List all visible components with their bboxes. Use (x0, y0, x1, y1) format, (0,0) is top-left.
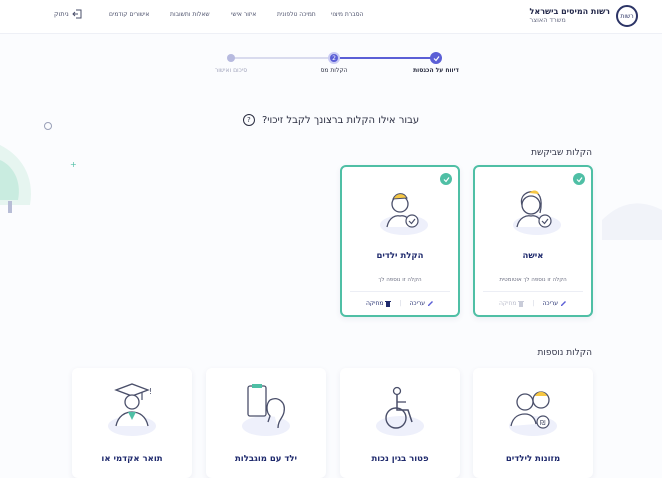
card-subtitle: הקלה זו נוספה לך אוטומטית (499, 277, 567, 283)
card-divider (350, 291, 450, 292)
nav-item-explanation[interactable]: הסברת מיצוי (331, 11, 363, 18)
card-title: אישה (522, 251, 544, 261)
edit-button[interactable]: עריכה (542, 300, 567, 307)
action-separator: | (399, 300, 402, 307)
trash-icon (385, 301, 392, 307)
svg-text:₪: ₪ (540, 419, 546, 427)
card-title: הקלת ילדים (376, 251, 424, 261)
tax-authority-logo: רשות (616, 5, 638, 27)
progress-stepper: 2 דיווח על הכנסות הקלות מס סיכום ואישור (0, 52, 662, 82)
logo-text: רשות (620, 12, 634, 20)
pencil-icon (561, 301, 567, 306)
logout-icon (72, 9, 82, 19)
card-subtitle: הקלה זו נוספה לך (378, 277, 422, 283)
wheelchair-icon (376, 386, 424, 436)
child-disability-icon (242, 384, 290, 436)
nav-item-phone-support[interactable]: תמיכה טלפונית (277, 11, 316, 18)
brand[interactable]: רשות רשות המיסים בישראל משרד האוצר (530, 5, 638, 27)
action-separator: | (532, 300, 535, 307)
card-title: פטור בגין נכות (371, 454, 429, 464)
nav-item-faq[interactable]: שאלות ותשובות (170, 11, 210, 18)
graduate-icon: ! (108, 383, 156, 436)
check-icon (433, 55, 439, 61)
edit-label: עריכה (409, 300, 426, 307)
edit-button[interactable]: עריכה (409, 300, 434, 307)
additional-section-title: הקלות נוספות (537, 348, 593, 358)
nav-item-previous-approvals[interactable]: אישורים קודמים (109, 11, 149, 18)
relief-card-children[interactable]: הקלת ילדים הקלה זו נוספה לך עריכה | מחיק… (340, 165, 460, 317)
nav-item-personal-area[interactable]: איזור אישי (231, 11, 256, 18)
brand-subtitle: משרד האוצר (529, 15, 566, 24)
relief-card-alimony[interactable]: ₪ מזונות לילדים (473, 368, 593, 478)
delete-button: מחיקה (499, 300, 525, 307)
help-icon[interactable]: ? (242, 114, 255, 126)
relief-card-child-disability[interactable]: ילד עם מוגבלות (206, 368, 326, 478)
step-2-current-dot: 2 (328, 52, 340, 64)
question-text: עבור אילו הקלות ברצונך לקבל זיכוי? (261, 115, 420, 126)
step-line-upcoming (232, 57, 334, 59)
delete-label: מחיקה (498, 300, 517, 307)
selected-check-icon (440, 173, 452, 185)
logout-label: ניתוק (54, 10, 69, 18)
delete-button[interactable]: מחיקה (366, 300, 392, 307)
edit-label: עריכה (542, 300, 559, 307)
step-1-done-dot (430, 52, 442, 64)
alimony-icon: ₪ (509, 391, 557, 436)
trash-icon (518, 301, 525, 307)
top-bar: רשות רשות המיסים בישראל משרד האוצר הסברת… (0, 0, 662, 34)
relief-card-disability-exemption[interactable]: פטור בגין נכות (340, 368, 460, 478)
card-divider (483, 291, 583, 292)
step-2-label: הקלות מס (320, 67, 348, 74)
step-1-label: דיווח על הכנסות (413, 67, 459, 74)
requested-section-title: הקלות שביקשת (531, 148, 592, 158)
decorative-leaves (0, 145, 31, 213)
relief-card-academic-degree[interactable]: ! תואר אקדמי או (72, 368, 192, 478)
step-line-done (335, 57, 435, 59)
step-3-label: סיכום ואישור (214, 67, 248, 74)
relief-card-woman[interactable]: אישה הקלה זו נוספה לך אוטומטית עריכה | מ… (473, 165, 593, 317)
step-2-number: 2 (332, 54, 336, 62)
page-question: עבור אילו הקלות ברצונך לקבל זיכוי? ? (0, 114, 662, 126)
card-actions: עריכה | מחיקה (342, 300, 458, 307)
card-title: תואר אקדמי או (101, 454, 163, 464)
child-icon (380, 193, 428, 235)
logout-button[interactable]: ניתוק (54, 9, 82, 19)
card-actions: עריכה | מחיקה (475, 300, 591, 307)
decorative-sparkle: + (70, 160, 77, 169)
card-title: מזונות לילדים (505, 454, 561, 464)
selected-check-icon (573, 173, 585, 185)
pencil-icon (428, 301, 434, 306)
woman-icon (513, 190, 561, 235)
svg-text:!: ! (149, 387, 152, 396)
step-3-upcoming-dot (227, 54, 235, 62)
delete-label: מחיקה (365, 300, 384, 307)
decorative-wave (602, 203, 662, 240)
card-title: ילד עם מוגבלות (234, 454, 298, 464)
